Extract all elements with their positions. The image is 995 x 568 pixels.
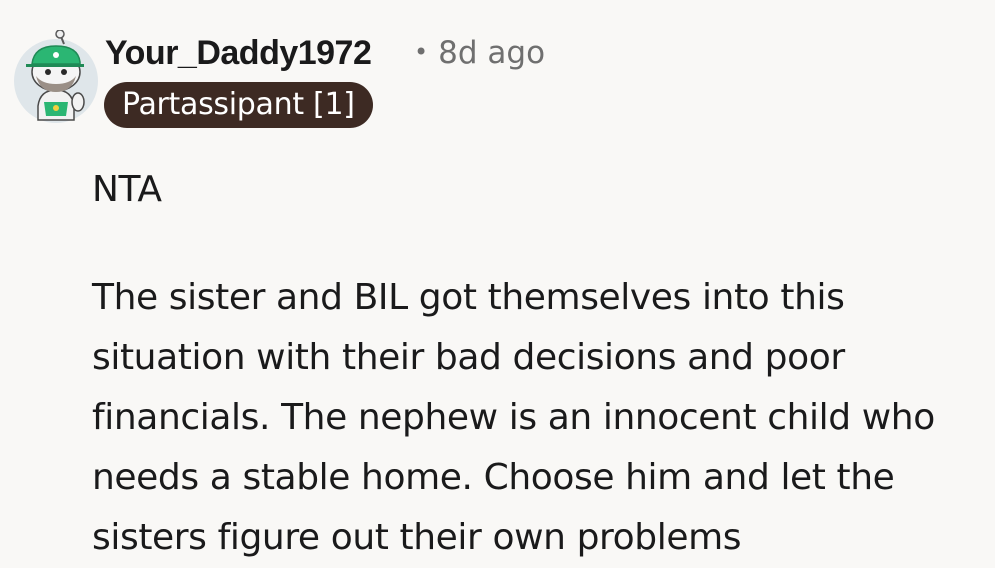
comment: Your_Daddy1972 • 8d ago Partassipant [1] …: [0, 0, 995, 567]
comment-body: NTA The sister and BIL got themselves in…: [92, 160, 987, 568]
comment-paragraph: The sister and BIL got themselves into t…: [92, 277, 935, 558]
comment-timestamp[interactable]: 8d ago: [438, 35, 545, 71]
comment-meta: • 8d ago: [414, 30, 545, 78]
comment-paragraph: NTA: [92, 169, 162, 210]
user-avatar[interactable]: [10, 29, 102, 124]
author-username[interactable]: Your_Daddy1972: [105, 30, 372, 76]
avatar-icon: [14, 29, 98, 123]
meta-separator: •: [414, 38, 429, 66]
user-flair-badge: Partassipant [1]: [104, 82, 373, 128]
